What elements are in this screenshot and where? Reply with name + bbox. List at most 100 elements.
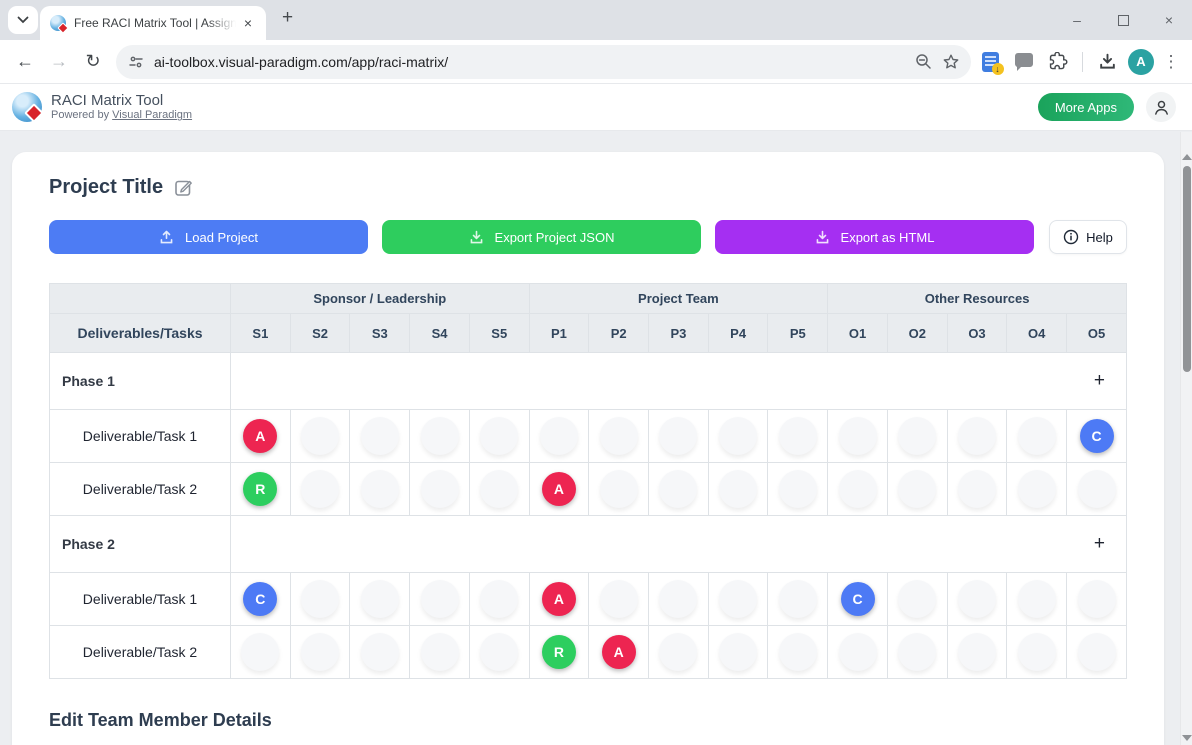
extensions-button[interactable] xyxy=(1045,49,1071,75)
downloads-button[interactable] xyxy=(1094,49,1120,75)
page-scrollbar[interactable] xyxy=(1180,132,1192,745)
close-button[interactable]: × xyxy=(1146,0,1192,40)
export-html-button[interactable]: Export as HTML xyxy=(715,220,1034,254)
matrix-cell-S5[interactable] xyxy=(469,410,529,463)
matrix-cell-S4[interactable] xyxy=(410,573,470,626)
zoom-out-button[interactable] xyxy=(909,48,937,76)
matrix-cell-S1[interactable]: R xyxy=(231,463,291,516)
matrix-cell-S5[interactable] xyxy=(469,573,529,626)
matrix-cell-S3[interactable] xyxy=(350,463,410,516)
matrix-cell-O1[interactable] xyxy=(828,626,888,679)
matrix-cell-P3[interactable] xyxy=(649,626,709,679)
matrix-cell-O3[interactable] xyxy=(947,626,1007,679)
empty-assignment-icon xyxy=(1078,633,1116,671)
bookmark-button[interactable] xyxy=(937,48,965,76)
matrix-cell-P5[interactable] xyxy=(768,626,828,679)
matrix-cell-S5[interactable] xyxy=(469,626,529,679)
matrix-cell-O3[interactable] xyxy=(947,463,1007,516)
matrix-cell-O5[interactable]: C xyxy=(1067,410,1127,463)
matrix-cell-O1[interactable] xyxy=(828,463,888,516)
matrix-cell-S4[interactable] xyxy=(410,463,470,516)
matrix-cell-O4[interactable] xyxy=(1007,626,1067,679)
refresh-button[interactable]: ↻ xyxy=(76,45,110,79)
matrix-cell-O2[interactable] xyxy=(887,573,947,626)
matrix-cell-O4[interactable] xyxy=(1007,573,1067,626)
add-task-button[interactable]: + xyxy=(1094,371,1105,390)
add-task-button[interactable]: + xyxy=(1094,534,1105,553)
site-info-icon[interactable] xyxy=(128,54,144,70)
browser-menu-button[interactable]: ⋮ xyxy=(1162,52,1180,72)
task-row: Deliverable/Task 2RA xyxy=(50,626,1127,679)
tab-search-button[interactable] xyxy=(8,6,38,34)
matrix-cell-P5[interactable] xyxy=(768,463,828,516)
browser-profile-avatar[interactable]: A xyxy=(1128,49,1154,75)
matrix-cell-P4[interactable] xyxy=(708,410,768,463)
matrix-cell-P2[interactable] xyxy=(589,410,649,463)
matrix-cell-S4[interactable] xyxy=(410,410,470,463)
matrix-cell-S3[interactable] xyxy=(350,626,410,679)
matrix-cell-P4[interactable] xyxy=(708,573,768,626)
matrix-cell-P5[interactable] xyxy=(768,573,828,626)
matrix-cell-S2[interactable] xyxy=(290,410,350,463)
visual-paradigm-link[interactable]: Visual Paradigm xyxy=(112,109,192,121)
matrix-cell-O4[interactable] xyxy=(1007,410,1067,463)
edit-title-icon[interactable] xyxy=(174,178,193,197)
maximize-button[interactable] xyxy=(1100,0,1146,40)
back-button[interactable]: ← xyxy=(8,45,42,79)
matrix-cell-P3[interactable] xyxy=(649,573,709,626)
matrix-cell-P2[interactable]: A xyxy=(589,626,649,679)
task-label: Deliverable/Task 2 xyxy=(50,463,231,516)
matrix-cell-P5[interactable] xyxy=(768,410,828,463)
export-json-button[interactable]: Export Project JSON xyxy=(382,220,701,254)
matrix-cell-P3[interactable] xyxy=(649,410,709,463)
raci-badge-A: A xyxy=(542,472,576,506)
more-apps-button[interactable]: More Apps xyxy=(1038,93,1134,121)
matrix-cell-O2[interactable] xyxy=(887,626,947,679)
matrix-cell-S2[interactable] xyxy=(290,573,350,626)
scroll-up-arrow-icon[interactable] xyxy=(1182,154,1192,160)
matrix-cell-S2[interactable] xyxy=(290,626,350,679)
matrix-cell-O2[interactable] xyxy=(887,410,947,463)
matrix-cell-O5[interactable] xyxy=(1067,573,1127,626)
url-bar[interactable]: ai-toolbox.visual-paradigm.com/app/raci-… xyxy=(116,45,971,79)
matrix-cell-O5[interactable] xyxy=(1067,463,1127,516)
matrix-cell-O1[interactable]: C xyxy=(828,573,888,626)
matrix-cell-P2[interactable] xyxy=(589,463,649,516)
phase-row-cells: + xyxy=(231,353,1127,410)
zoom-out-icon xyxy=(915,53,932,70)
matrix-cell-S1[interactable]: C xyxy=(231,573,291,626)
docs-extension-button[interactable]: ↓ xyxy=(977,49,1003,75)
matrix-cell-O2[interactable] xyxy=(887,463,947,516)
matrix-cell-P2[interactable] xyxy=(589,573,649,626)
matrix-cell-S1[interactable]: A xyxy=(231,410,291,463)
matrix-cell-S3[interactable] xyxy=(350,573,410,626)
help-button[interactable]: Help xyxy=(1049,220,1127,254)
scroll-down-arrow-icon[interactable] xyxy=(1182,735,1192,741)
tab-close-icon[interactable]: × xyxy=(240,15,256,31)
matrix-cell-P4[interactable] xyxy=(708,626,768,679)
matrix-cell-S4[interactable] xyxy=(410,626,470,679)
matrix-cell-P1[interactable]: A xyxy=(529,573,589,626)
matrix-cell-O1[interactable] xyxy=(828,410,888,463)
matrix-cell-P3[interactable] xyxy=(649,463,709,516)
matrix-cell-S5[interactable] xyxy=(469,463,529,516)
matrix-cell-O3[interactable] xyxy=(947,410,1007,463)
matrix-cell-P4[interactable] xyxy=(708,463,768,516)
scrollbar-thumb[interactable] xyxy=(1183,166,1191,372)
matrix-cell-P1[interactable]: A xyxy=(529,463,589,516)
matrix-cell-O4[interactable] xyxy=(1007,463,1067,516)
matrix-cell-S1[interactable] xyxy=(231,626,291,679)
matrix-cell-O5[interactable] xyxy=(1067,626,1127,679)
browser-tab[interactable]: Free RACI Matrix Tool | Assign R × xyxy=(40,6,266,40)
matrix-cell-S3[interactable] xyxy=(350,410,410,463)
comment-extension-button[interactable] xyxy=(1011,49,1037,75)
matrix-cell-P1[interactable] xyxy=(529,410,589,463)
user-profile-button[interactable] xyxy=(1146,92,1176,122)
minimize-button[interactable]: – xyxy=(1054,0,1100,40)
matrix-cell-S2[interactable] xyxy=(290,463,350,516)
new-tab-button[interactable]: + xyxy=(282,7,293,29)
forward-button[interactable]: → xyxy=(42,45,76,79)
matrix-cell-P1[interactable]: R xyxy=(529,626,589,679)
matrix-cell-O3[interactable] xyxy=(947,573,1007,626)
load-project-button[interactable]: Load Project xyxy=(49,220,368,254)
